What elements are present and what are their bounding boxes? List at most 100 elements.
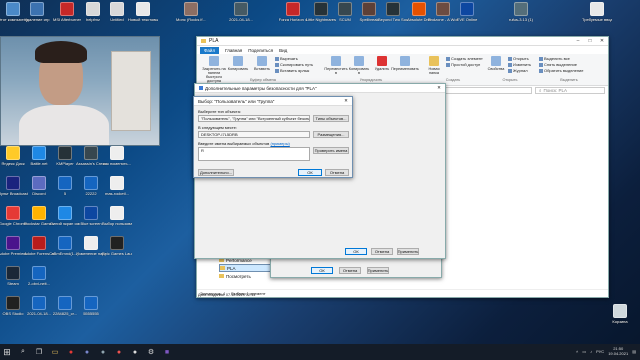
network-icon[interactable]: ▭ bbox=[582, 349, 586, 354]
desktop-icon[interactable]: Удаление игр bbox=[24, 2, 50, 22]
select-cancel-button[interactable]: Отмена bbox=[325, 169, 349, 176]
desktop-icon[interactable]: Мопс (Rocks it'...) bbox=[176, 2, 206, 22]
invert-selection-button[interactable]: Обратить выделение bbox=[539, 68, 584, 73]
check-names-button[interactable]: Проверить имена bbox=[313, 147, 349, 154]
object-names-input[interactable]: R bbox=[198, 147, 310, 161]
props-apply-button[interactable]: Применить bbox=[367, 267, 389, 274]
move-to-button[interactable]: Переместить в bbox=[324, 56, 348, 75]
tab-file[interactable]: Файл bbox=[200, 46, 220, 54]
premiere-icon[interactable]: ■ bbox=[160, 346, 174, 358]
desktop-icon[interactable]: Выбор пользоват... bbox=[102, 206, 132, 226]
desktop-icon[interactable]: Пульт Broadcaster bbox=[0, 176, 28, 196]
open-button[interactable]: Открыть bbox=[508, 56, 531, 61]
rename-button[interactable]: Переименовать bbox=[391, 56, 419, 75]
select-none-button[interactable]: Снять выделение bbox=[539, 62, 584, 67]
desktop-icon[interactable]: 5 bbox=[52, 176, 78, 196]
desktop-icon[interactable]: Синий экран смерти прош... bbox=[50, 206, 80, 226]
advanced-button[interactable]: Дополнительно... bbox=[198, 169, 234, 176]
adv-apply-button[interactable]: Применить bbox=[397, 248, 419, 255]
desktop-icon[interactable]: 2-obvi-neit... bbox=[26, 266, 52, 286]
desktop-icon[interactable]: 2284825_cr... bbox=[52, 296, 78, 316]
settings-icon[interactable]: ⚙ bbox=[144, 346, 158, 358]
search-input[interactable]: ⌕ Поиск: PLA bbox=[535, 87, 605, 94]
desktop-icon[interactable]: EVE Online bbox=[454, 2, 480, 22]
examples-link[interactable]: (примеры) bbox=[270, 141, 289, 146]
task-view-icon[interactable]: ❐ bbox=[32, 346, 46, 358]
adv-ok-button[interactable]: ОК bbox=[345, 248, 367, 255]
discord-icon[interactable]: ● bbox=[80, 346, 94, 358]
yandex-icon[interactable]: ● bbox=[112, 346, 126, 358]
file-explorer-icon[interactable]: ▭ bbox=[48, 346, 62, 358]
locations-button[interactable]: Размещения... bbox=[313, 131, 349, 138]
new-item-button[interactable]: Создать элемент bbox=[446, 56, 483, 61]
desktop-icon[interactable]: Требуемые ввод ... bbox=[582, 2, 612, 22]
desktop-icon[interactable]: Adobe ForensCentral bbox=[24, 236, 54, 256]
close-button[interactable]: ✕ bbox=[596, 38, 608, 44]
edit-button[interactable]: Изменить bbox=[508, 62, 531, 67]
chevron-up-icon[interactable]: ˄ bbox=[576, 349, 578, 354]
copy-to-button[interactable]: Копировать в bbox=[348, 56, 370, 75]
language-indicator[interactable]: РУС bbox=[596, 349, 604, 354]
desktop-icon[interactable]: 2021-04-18... bbox=[26, 296, 52, 316]
desktop-icon[interactable]: 5555555 bbox=[78, 296, 104, 316]
obs-icon[interactable]: ● bbox=[128, 346, 142, 358]
desktop-icon[interactable]: Steam bbox=[0, 266, 26, 286]
desktop-icon[interactable]: 2021-04-18... bbox=[228, 2, 254, 22]
desktop-icon[interactable]: MSI Afterburner bbox=[53, 2, 81, 22]
maximize-button[interactable]: □ bbox=[584, 38, 596, 44]
chrome-icon[interactable]: ● bbox=[64, 346, 78, 358]
volume-icon[interactable]: ♪ bbox=[590, 349, 592, 354]
desktop-icon[interactable]: Google Chrome bbox=[0, 206, 27, 226]
history-button[interactable]: Журнал bbox=[508, 68, 531, 73]
tab-share[interactable]: Поделиться bbox=[248, 48, 273, 53]
nav-item[interactable]: Посмотреть bbox=[219, 272, 275, 280]
new-folder-button[interactable]: Новая папка bbox=[423, 56, 445, 75]
desktop-icon[interactable]: Изменение параметров... bbox=[76, 236, 106, 256]
cut-button[interactable]: Вырезать bbox=[275, 56, 313, 61]
search-icon[interactable]: ⌕ bbox=[16, 346, 30, 358]
delete-button[interactable]: Удалить bbox=[371, 56, 393, 75]
close-icon[interactable]: ✕ bbox=[433, 85, 445, 91]
new-group: Новая папка Создать элемент Простой дост… bbox=[423, 56, 483, 82]
desktop-icon[interactable]: Untitled bbox=[104, 2, 130, 22]
start-icon[interactable]: ⊞ bbox=[0, 346, 14, 358]
minimize-button[interactable]: – bbox=[572, 38, 584, 44]
desktop-icon[interactable]: как поменять... bbox=[103, 146, 131, 166]
desktop-icon[interactable]: Epic Games Launcher bbox=[102, 236, 132, 256]
props-cancel-button[interactable]: Отмена bbox=[339, 267, 361, 274]
desktop-icon[interactable]: Новый текстовый ... bbox=[128, 2, 158, 22]
desktop-icon[interactable]: Adobe Premiere... bbox=[0, 236, 28, 256]
copy-path-button[interactable]: Скопировать путь bbox=[275, 62, 313, 67]
clock[interactable]: 21:50 19.04.2021 bbox=[608, 346, 628, 356]
notifications-icon[interactable]: ▤ bbox=[632, 349, 636, 354]
object-types-button[interactable]: Типы объектов... bbox=[313, 115, 349, 122]
close-icon[interactable]: ✕ bbox=[340, 98, 352, 104]
desktop-icon[interactable]: mas-rocketl... bbox=[104, 176, 130, 196]
props-ok-button[interactable]: ОК bbox=[311, 267, 333, 274]
desktop-icon[interactable]: 22222 bbox=[78, 176, 104, 196]
tab-home[interactable]: Главная bbox=[225, 48, 242, 53]
desktop-icon[interactable]: Forza Horizon 4 bbox=[279, 2, 307, 22]
advanced-titlebar: Дополнительные параметры безопасности дл… bbox=[195, 84, 445, 93]
desktop-icon[interactable]: Beyond Two Souls bbox=[378, 2, 408, 22]
desktop-icon[interactable]: Assassin's Creed V... bbox=[76, 146, 106, 166]
desktop-icon[interactable]: Яндекс Диск bbox=[0, 146, 26, 166]
desktop-icon[interactable]: KMPlayer bbox=[52, 146, 78, 166]
desktop-icon[interactable]: OBS Studio bbox=[0, 296, 26, 316]
select-all-button[interactable]: Выделить все bbox=[539, 56, 584, 61]
app-icon bbox=[32, 296, 46, 310]
select-ok-button[interactable]: ОК bbox=[298, 169, 322, 176]
desktop-icon[interactable]: rufus-3.13 (1) bbox=[508, 2, 534, 22]
easy-access-button[interactable]: Простой доступ bbox=[446, 62, 483, 67]
desktop-icon[interactable]: aBmErnnd(1...) bbox=[51, 236, 79, 256]
recycle-bin-icon[interactable]: Корзина bbox=[607, 304, 633, 324]
tab-view[interactable]: Вид bbox=[279, 48, 287, 53]
paste-shortcut-button[interactable]: Вставить ярлык bbox=[275, 68, 313, 73]
properties-button[interactable]: Свойства bbox=[485, 56, 507, 73]
desktop-icon[interactable]: Discord bbox=[26, 176, 52, 196]
adv-cancel-button[interactable]: Отмена bbox=[371, 248, 393, 255]
desktop-icon[interactable]: Battle.net bbox=[26, 146, 52, 166]
steam-icon[interactable]: ● bbox=[96, 346, 110, 358]
desktop-icon[interactable]: Rockstar Games ... bbox=[24, 206, 54, 226]
desktop-icon[interactable]: Blue screen bbox=[78, 206, 104, 226]
